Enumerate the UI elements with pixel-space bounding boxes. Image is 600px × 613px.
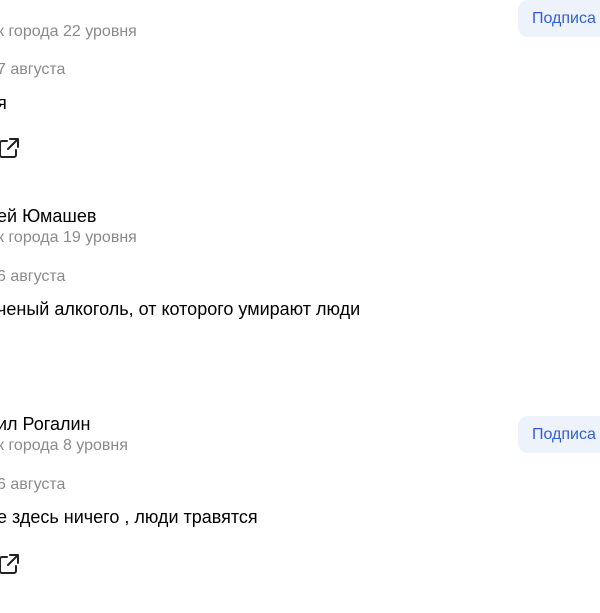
review-author-level: к города 22 уровня — [0, 23, 137, 40]
review-date: 6 августа — [0, 476, 66, 493]
review-author[interactable]: ей Юмашев — [0, 205, 96, 227]
review-author-level: к города 19 уровня — [0, 229, 137, 246]
review-author[interactable]: ил Рогалин — [0, 413, 90, 435]
review-text: е здесь ничего , люди травятся — [0, 507, 258, 527]
review-card: … к города 22 уровня 7 августа я — [0, 0, 600, 190]
review-text: ченый алкоголь, от которого умирают люди — [0, 299, 361, 319]
review-author-level: к города 8 уровня — [0, 437, 128, 454]
review-text: я — [0, 93, 7, 113]
review-date: 6 августа — [0, 268, 66, 285]
share-icon[interactable] — [0, 553, 20, 575]
subscribe-button[interactable]: Подписа — [518, 0, 600, 37]
review-card: ей Юмашев к города 19 уровня 6 августа ч… — [0, 205, 600, 405]
review-author[interactable]: … — [0, 0, 15, 4]
subscribe-button[interactable]: Подписа — [518, 416, 600, 453]
review-date: 7 августа — [0, 61, 66, 78]
review-card: ил Рогалин к города 8 уровня 6 августа е… — [0, 413, 600, 613]
share-icon[interactable] — [0, 137, 20, 159]
